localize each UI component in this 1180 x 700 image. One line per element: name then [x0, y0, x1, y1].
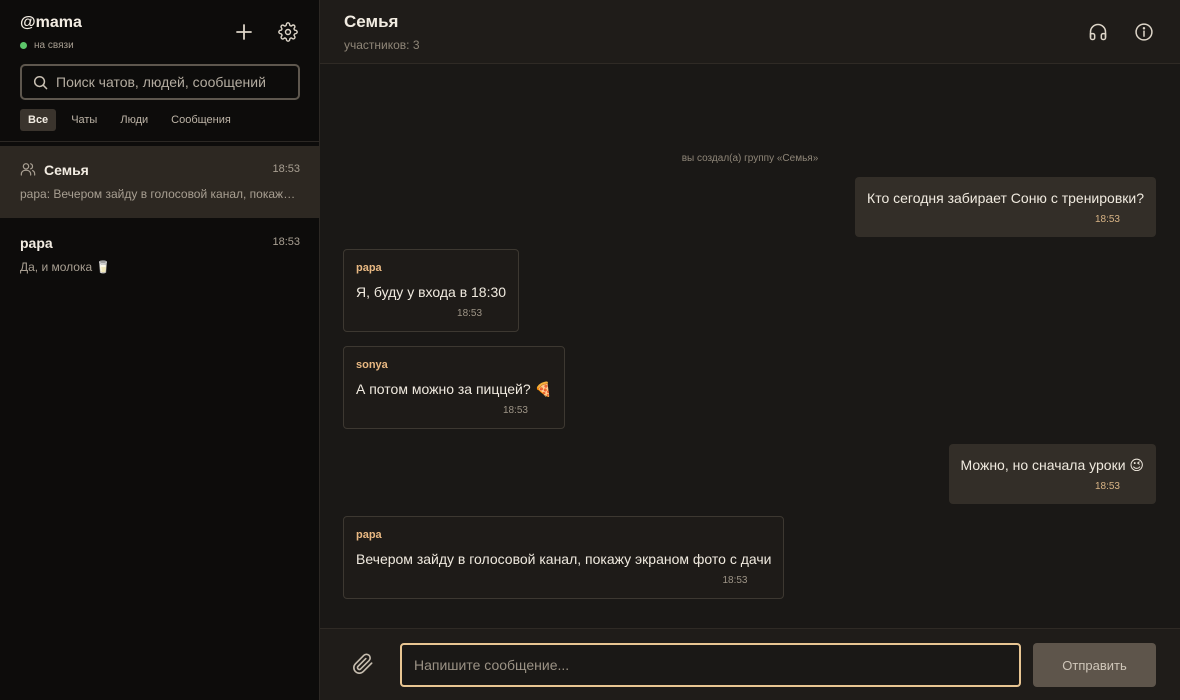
- filter-tabs: Все Чаты Люди Сообщения: [20, 109, 246, 131]
- chat-list-item-time: 18:53: [272, 236, 300, 248]
- message-text: А потом можно за пиццей? 🍕: [356, 381, 552, 397]
- message-bubble-incoming[interactable]: papa Вечером зайду в голосовой канал, по…: [343, 516, 785, 599]
- user-status-label: на связи: [34, 40, 74, 51]
- chat-list-item-preview: Да, и молока 🥛: [20, 260, 111, 274]
- message-bubble-outgoing[interactable]: Можно, но сначала уроки 😉 18:53: [948, 444, 1156, 504]
- filter-tab-all[interactable]: Все: [20, 109, 57, 131]
- online-status-dot: [20, 42, 27, 49]
- message-author: sonya: [356, 359, 388, 371]
- chat-panel: Семья участников: 3 вы создал(а) группу …: [320, 0, 1180, 700]
- chat-list-item-time: 18:53: [272, 163, 300, 175]
- settings-button[interactable]: [275, 19, 301, 45]
- chat-list-item-name: papa: [20, 235, 53, 251]
- chat-info-button[interactable]: [1131, 19, 1157, 45]
- user-handle: @mama: [20, 14, 82, 31]
- message-time: 18:53: [722, 575, 748, 586]
- paperclip-icon: [353, 653, 373, 674]
- sidebar: @mama на связи Все Чаты Люди Сообщения С…: [0, 0, 320, 700]
- sidebar-divider: [0, 141, 320, 142]
- voice-channel-button[interactable]: [1085, 19, 1111, 45]
- message-bubble-incoming[interactable]: papa Я, буду у входа в 18:30 18:53: [343, 249, 520, 332]
- system-message: вы создал(а) группу «Семья»: [681, 153, 819, 164]
- message-time: 18:53: [502, 405, 528, 416]
- search-icon: [33, 75, 48, 89]
- message-time: 18:53: [457, 308, 483, 319]
- filter-tab-people[interactable]: Люди: [112, 109, 156, 131]
- new-chat-button[interactable]: [231, 19, 257, 45]
- message-text: Можно, но сначала уроки 😉: [960, 457, 1145, 473]
- message-text: Вечером зайду в голосовой канал, покажу …: [356, 551, 772, 567]
- search-box: [20, 64, 300, 100]
- chat-list-item-family[interactable]: Семья 18:53 papa: Вечером зайду в голосо…: [0, 146, 320, 218]
- chat-list-item-preview: papa: Вечером зайду в голосовой канал, п…: [20, 187, 300, 201]
- info-icon: [1135, 23, 1153, 41]
- user-status: на связи: [20, 40, 74, 51]
- plus-icon: [236, 24, 252, 40]
- chat-header: Семья участников: 3: [320, 0, 1180, 64]
- message-text: Я, буду у входа в 18:30: [356, 284, 507, 300]
- message-composer: Отправить: [320, 628, 1180, 700]
- message-author: papa: [356, 529, 382, 541]
- chat-member-count: участников: 3: [344, 38, 420, 52]
- message-text: Кто сегодня забирает Соню с тренировки?: [867, 190, 1144, 206]
- gear-icon: [278, 22, 298, 42]
- attach-button[interactable]: [352, 653, 374, 680]
- search-input[interactable]: [56, 74, 286, 90]
- chat-title: Семья: [344, 12, 399, 31]
- headphones-icon: [1089, 23, 1107, 41]
- chat-list-item-papa[interactable]: papa 18:53 Да, и молока 🥛: [0, 219, 320, 291]
- chat-list-item-name: Семья: [44, 162, 89, 178]
- message-time: 18:53: [1094, 214, 1120, 225]
- message-bubble-incoming[interactable]: sonya А потом можно за пиццей? 🍕 18:53: [343, 346, 565, 429]
- message-time: 18:53: [1094, 481, 1120, 492]
- filter-tab-messages[interactable]: Сообщения: [163, 109, 239, 131]
- send-button[interactable]: Отправить: [1033, 643, 1156, 687]
- message-bubble-outgoing[interactable]: Кто сегодня забирает Соню с тренировки? …: [855, 177, 1156, 237]
- message-author: papa: [356, 262, 382, 274]
- message-input[interactable]: [400, 643, 1021, 687]
- users-icon: [20, 161, 36, 182]
- filter-tab-chats[interactable]: Чаты: [63, 109, 105, 131]
